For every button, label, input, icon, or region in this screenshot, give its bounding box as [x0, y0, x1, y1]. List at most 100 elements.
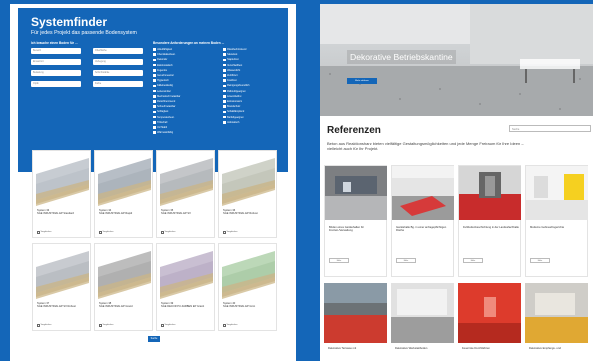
requirement-checkbox[interactable]: Rutschhemmend [153, 100, 175, 103]
reference-more-button[interactable]: Mehr [530, 258, 550, 263]
reference-card[interactable]: Dekorative Terrasse mit [324, 283, 387, 355]
checkbox-box[interactable] [153, 115, 156, 119]
reference-card[interactable]: Böden eines Gerätehallen für Freizeit-/V… [324, 165, 387, 277]
select-einsatzort[interactable]: Einsatzort [31, 59, 81, 65]
checkbox-box[interactable] [153, 63, 156, 67]
requirement-checkbox[interactable]: Rissüberbrückend [223, 48, 246, 51]
compare-box[interactable] [161, 231, 164, 234]
product-card[interactable]: System 40 SGE INDUSTRIAL EP Grün Vergleic… [218, 243, 277, 331]
checkbox-box[interactable] [153, 89, 156, 93]
reference-card[interactable]: Dekorative Empfangs- und [525, 283, 588, 355]
requirement-checkbox[interactable]: Reinigungsfreundlich [223, 84, 249, 87]
requirement-checkbox[interactable]: Verschleißfest [223, 64, 242, 67]
checkbox-box[interactable] [153, 121, 156, 124]
requirement-checkbox[interactable]: Säurefest [223, 53, 237, 56]
select-farbe[interactable]: Farbe [93, 81, 143, 87]
checkbox-box[interactable] [153, 131, 156, 134]
reference-more-button[interactable]: Mehr [463, 258, 483, 263]
checkbox-box[interactable] [153, 84, 156, 88]
requirement-checkbox[interactable]: Wasserdicht [223, 69, 240, 72]
compare-box[interactable] [99, 231, 102, 234]
checkbox-box[interactable] [153, 105, 156, 108]
requirement-checkbox[interactable]: Elektrostatisch [153, 64, 173, 67]
requirement-checkbox[interactable]: Staplerfest [223, 58, 239, 61]
checkbox-box[interactable] [223, 48, 226, 51]
references-search-input[interactable]: Suche [509, 125, 591, 132]
checkbox-box[interactable] [223, 84, 226, 88]
checkbox-box[interactable] [223, 89, 226, 93]
checkbox-box[interactable] [223, 100, 226, 103]
checkbox-box[interactable] [153, 79, 156, 82]
select-schichtstaerke[interactable]: Schichtstärke [93, 70, 143, 76]
product-card[interactable]: System 34 SGE INDUSTRIAL EP Rapid Verglei… [94, 150, 153, 238]
requirement-checkbox[interactable]: Geruchsneutral [153, 74, 173, 77]
checkbox-box[interactable] [153, 58, 156, 62]
product-card[interactable]: System 38 SGE INDUSTRIAL EP Grand Verglei… [94, 243, 153, 331]
requirement-checkbox[interactable]: Brandschutz [223, 105, 240, 108]
compare-checkbox[interactable]: Vergleichen [223, 231, 237, 234]
checkbox-box[interactable] [223, 79, 226, 82]
requirement-checkbox[interactable]: Chemikalienbest. [153, 53, 175, 56]
compare-checkbox[interactable]: Vergleichen [99, 324, 113, 327]
checkbox-box[interactable] [153, 48, 156, 51]
requirement-checkbox[interactable]: Schlagfest [153, 110, 168, 113]
requirement-checkbox[interactable]: Barfußgeeignet [223, 116, 243, 119]
compare-box[interactable] [99, 324, 102, 327]
checkbox-box[interactable] [223, 74, 226, 77]
checkbox-box[interactable] [223, 53, 226, 56]
checkbox-box[interactable] [223, 95, 226, 98]
product-card[interactable]: System 36 SGE INDUSTRIAL EP Robust Vergle… [218, 150, 277, 238]
product-card[interactable]: System 37 SGE INDUSTRIAL EP SX Robust Ver… [32, 243, 91, 331]
select-optik[interactable]: Optik [31, 81, 81, 87]
reference-card[interactable]: Gerätehalle Bg. in einer anfragepflichti… [391, 165, 454, 277]
compare-box[interactable] [223, 231, 226, 234]
requirement-checkbox[interactable]: Schalldämpfend [223, 110, 244, 113]
requirement-checkbox[interactable]: Kältebeständig [153, 84, 173, 87]
reference-card[interactable]: Moderne Gebrauchsgerichte Mehr [525, 165, 588, 277]
reference-card[interactable]: Feuerrote Durchfahrten [458, 283, 521, 355]
reference-more-button[interactable]: Mehr [396, 258, 416, 263]
requirement-checkbox[interactable]: Dekorativ [153, 58, 167, 61]
compare-box[interactable] [37, 324, 40, 327]
compare-checkbox[interactable]: Vergleichen [37, 231, 51, 234]
compare-checkbox[interactable]: Vergleichen [161, 324, 175, 327]
compare-checkbox[interactable]: Vergleichen [99, 231, 113, 234]
checkbox-box[interactable] [223, 105, 226, 108]
requirement-checkbox[interactable]: Mechanisch belastbar [153, 95, 180, 98]
requirement-checkbox[interactable]: Zertifiziert [223, 74, 238, 77]
compare-box[interactable] [223, 324, 226, 327]
requirement-checkbox[interactable]: Rollstuhlgeeignet [223, 90, 245, 93]
hero-button[interactable]: Mehr erfahren [347, 78, 377, 84]
compare-checkbox[interactable]: Vergleichen [223, 324, 237, 327]
search-button[interactable]: Suche [148, 336, 160, 342]
product-card[interactable]: System 33 SGE INDUSTRIAL EP Standard Verg… [32, 150, 91, 238]
requirement-checkbox[interactable]: Antistatisch [223, 121, 239, 124]
compare-checkbox[interactable]: Vergleichen [37, 324, 51, 327]
checkbox-box[interactable] [223, 121, 226, 124]
select-belastung[interactable]: Belastung [31, 70, 81, 76]
checkbox-box[interactable] [223, 115, 226, 119]
requirement-checkbox[interactable]: Lebensmittel [153, 90, 171, 93]
requirement-checkbox[interactable]: Kratzfest [223, 79, 237, 82]
requirement-checkbox[interactable]: Temperaturbest. [153, 116, 174, 119]
select-verlegung[interactable]: Verlegung [93, 59, 143, 65]
requirement-checkbox[interactable]: UV-Stabil [153, 126, 167, 129]
checkbox-box[interactable] [223, 110, 226, 114]
checkbox-box[interactable] [223, 58, 226, 62]
requirement-checkbox[interactable]: Wärmeleitfähig [153, 131, 173, 134]
checkbox-box[interactable] [223, 69, 226, 72]
reference-card[interactable]: Fußbodenbeschichtung in der Landesfachha… [458, 165, 521, 277]
checkbox-box[interactable] [153, 126, 156, 129]
requirement-checkbox[interactable]: Fugenlos [153, 69, 167, 72]
checkbox-box[interactable] [153, 74, 156, 77]
product-card[interactable]: System 35 SGE INDUSTRIAL EP SX Vergleiche… [156, 150, 215, 238]
checkbox-box[interactable] [153, 53, 156, 56]
checkbox-box[interactable] [153, 69, 156, 72]
reference-card[interactable]: Dekorative Werkstattboden [391, 283, 454, 355]
requirement-checkbox[interactable]: Schnell belastbar [153, 105, 175, 108]
compare-box[interactable] [37, 231, 40, 234]
reference-more-button[interactable]: Mehr [329, 258, 349, 263]
requirement-checkbox[interactable]: Emissionsarm [223, 100, 242, 103]
checkbox-box[interactable] [153, 100, 156, 103]
requirement-checkbox[interactable]: Hygienisch [153, 79, 169, 82]
